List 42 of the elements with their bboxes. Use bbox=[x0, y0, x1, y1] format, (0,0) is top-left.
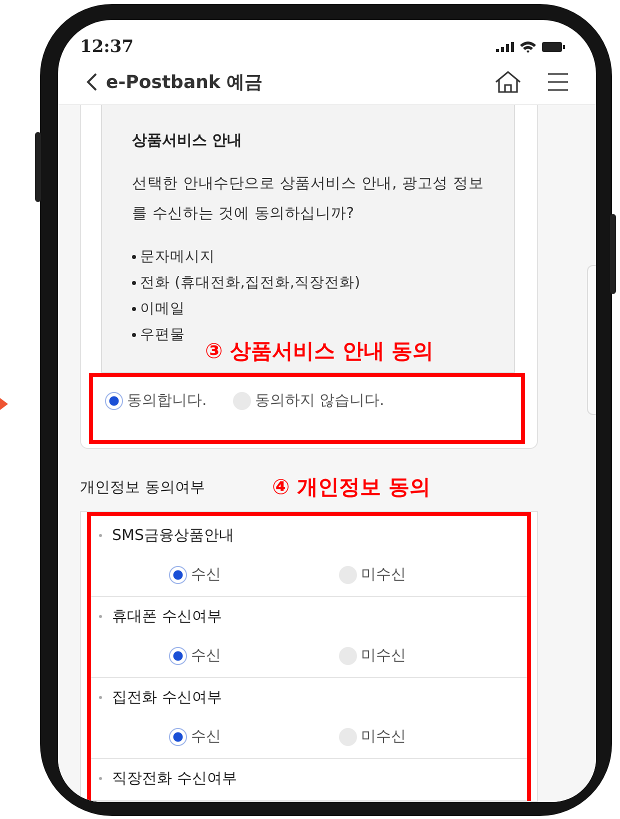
section-title: 개인정보 동의여부 bbox=[80, 478, 205, 497]
scroll-handle[interactable] bbox=[587, 265, 596, 415]
radio-option[interactable]: 수신 bbox=[169, 646, 339, 665]
arrow-icon bbox=[0, 398, 8, 410]
back-icon[interactable] bbox=[86, 72, 98, 92]
bullet-icon bbox=[99, 615, 102, 618]
bullet-icon bbox=[99, 696, 102, 699]
radio-button[interactable] bbox=[169, 646, 187, 664]
preference-label: 집전화 수신여부 bbox=[112, 688, 222, 707]
page-title: e-Postbank 예금 bbox=[106, 71, 264, 94]
radio-option[interactable]: 미수신 bbox=[339, 565, 509, 584]
annotation-label: ③ 상품서비스 안내 동의 bbox=[205, 338, 434, 365]
wifi-icon bbox=[520, 40, 536, 53]
preference-label: SMS금융상품안내 bbox=[112, 526, 234, 545]
channel-item: 전화 (휴대전화,집전화,직장전화) bbox=[140, 274, 360, 293]
radio-option[interactable]: 동의합니다. bbox=[105, 391, 207, 410]
bullet-icon bbox=[132, 255, 136, 259]
channel-item: 문자메시지 bbox=[140, 248, 215, 267]
radio-option[interactable]: 동의하지 않습니다. bbox=[232, 391, 384, 410]
notice-title: 상품서비스 안내 bbox=[132, 131, 244, 150]
bullet-icon bbox=[99, 777, 102, 780]
radio-option[interactable]: 미수신 bbox=[339, 727, 509, 746]
radio-option[interactable]: 수신 bbox=[169, 565, 339, 584]
bullet-icon bbox=[132, 307, 136, 311]
bullet-icon bbox=[99, 534, 102, 537]
radio-option[interactable]: 수신 bbox=[169, 727, 339, 746]
radio-button[interactable] bbox=[169, 566, 187, 584]
radio-option[interactable]: 미수신 bbox=[339, 646, 509, 665]
preference-label: 직장전화 수신여부 bbox=[112, 769, 237, 788]
signal-icon bbox=[496, 42, 514, 52]
battery-icon bbox=[542, 42, 566, 52]
channel-item: 우편물 bbox=[140, 326, 185, 345]
annotation-label: ④ 개인정보 동의 bbox=[272, 474, 430, 501]
channel-item: 이메일 bbox=[140, 300, 185, 319]
home-icon[interactable] bbox=[494, 70, 522, 94]
bullet-icon bbox=[132, 281, 136, 285]
status-time: 12:37 bbox=[80, 36, 134, 57]
notice-text: 선택한 안내수단으로 상품서비스 안내, 광고성 정보를 수신하는 것에 동의하십니까? bbox=[132, 173, 484, 224]
radio-button[interactable] bbox=[105, 392, 123, 410]
preference-label: 휴대폰 수신여부 bbox=[112, 607, 222, 626]
bullet-icon bbox=[132, 333, 136, 337]
radio-button[interactable] bbox=[169, 728, 187, 746]
